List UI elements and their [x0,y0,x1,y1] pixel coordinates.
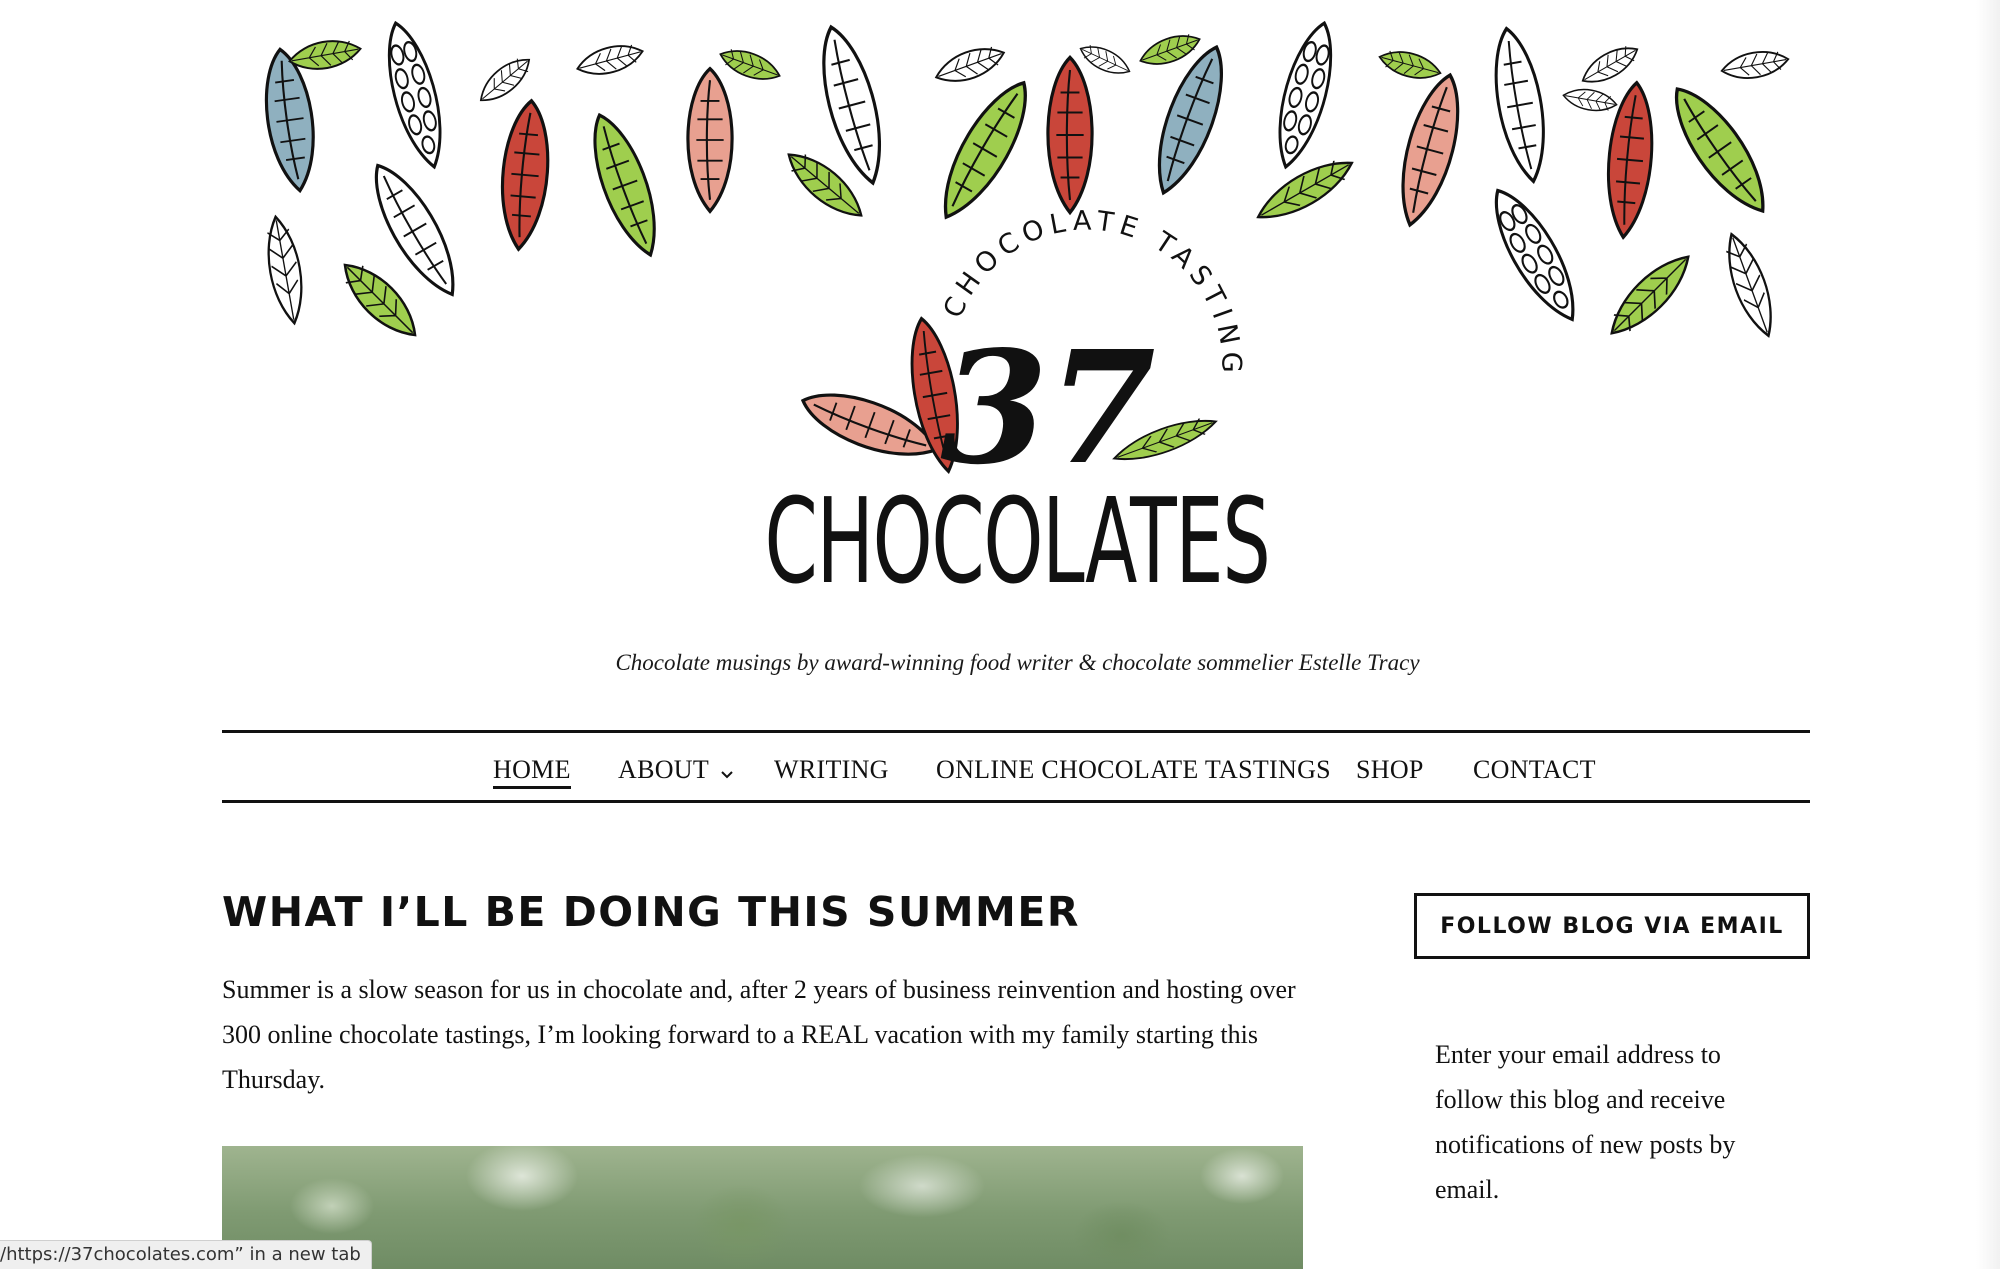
leaf-icon [286,34,364,76]
leaf-icon [573,38,647,82]
nav-item-label: ABOUT [618,755,710,784]
cacao-pod-icon [1264,16,1346,174]
post-title[interactable]: WHAT I’LL BE DOING THIS SUMMER [222,888,1080,936]
leaf-icon [1249,148,1361,232]
cacao-pod-icon [1477,178,1593,332]
leaf-icon [715,42,785,88]
nav-item-shop[interactable]: SHOP [1356,755,1424,785]
cacao-pod-icon [925,70,1045,230]
leaf-icon [1599,244,1701,346]
scrollbar[interactable] [1976,0,2000,1269]
follow-blog-description: Enter your email address to follow this … [1435,1040,1736,1204]
post-featured-image[interactable] [222,1146,1303,1269]
leaf-icon [1560,84,1620,116]
header-banner[interactable]: CHOCOLATE TASTINGS 37 CHOCOLATES [0,0,2000,640]
leaf-icon [1718,46,1792,84]
nav-item-writing[interactable]: WRITING [774,755,889,785]
chevron-down-icon[interactable] [721,757,733,787]
nav-item-home[interactable]: HOME [493,755,571,789]
leaf-icon [1576,38,1644,92]
cacao-pod-icon [374,16,456,174]
leaf-icon [332,252,428,348]
leaf-icon [472,50,538,110]
follow-blog-heading: FOLLOW BLOG VIA EMAIL [1414,893,1810,959]
cacao-pod-icon [1046,55,1094,215]
leaf-icon [930,39,1010,91]
site-tagline: Chocolate musings by award-winning food … [615,650,1420,675]
nav-item-online-chocolate-tastings[interactable]: ONLINE CHOCOLATE TASTINGS [936,755,1331,785]
cacao-pod-icon [1386,67,1474,233]
leaf-icon [1375,44,1445,86]
cacao-pod-icon [686,66,734,214]
leaf-icon [1075,38,1135,82]
cacao-pod-icon [1657,74,1783,226]
cacao-pod-icon [494,97,556,253]
main-navigation: HOME ABOUT WRITING ONLINE CHOCOLATE TAST… [222,730,1810,803]
leaf-icon [259,212,311,328]
logo-word: CHOCOLATES [765,472,1270,610]
leaf-icon [1716,227,1784,343]
cacao-pod-icon [807,19,897,191]
cacao-pod-icon [578,106,672,264]
nav-item-about[interactable]: ABOUT [618,755,733,787]
nav-item-contact[interactable]: CONTACT [1473,755,1596,785]
status-bar-url: /https://37chocolates.com” in a new tab [0,1240,372,1269]
post-excerpt: Summer is a slow season for us in chocol… [222,975,1296,1094]
cacao-pod-icon [1483,23,1557,187]
